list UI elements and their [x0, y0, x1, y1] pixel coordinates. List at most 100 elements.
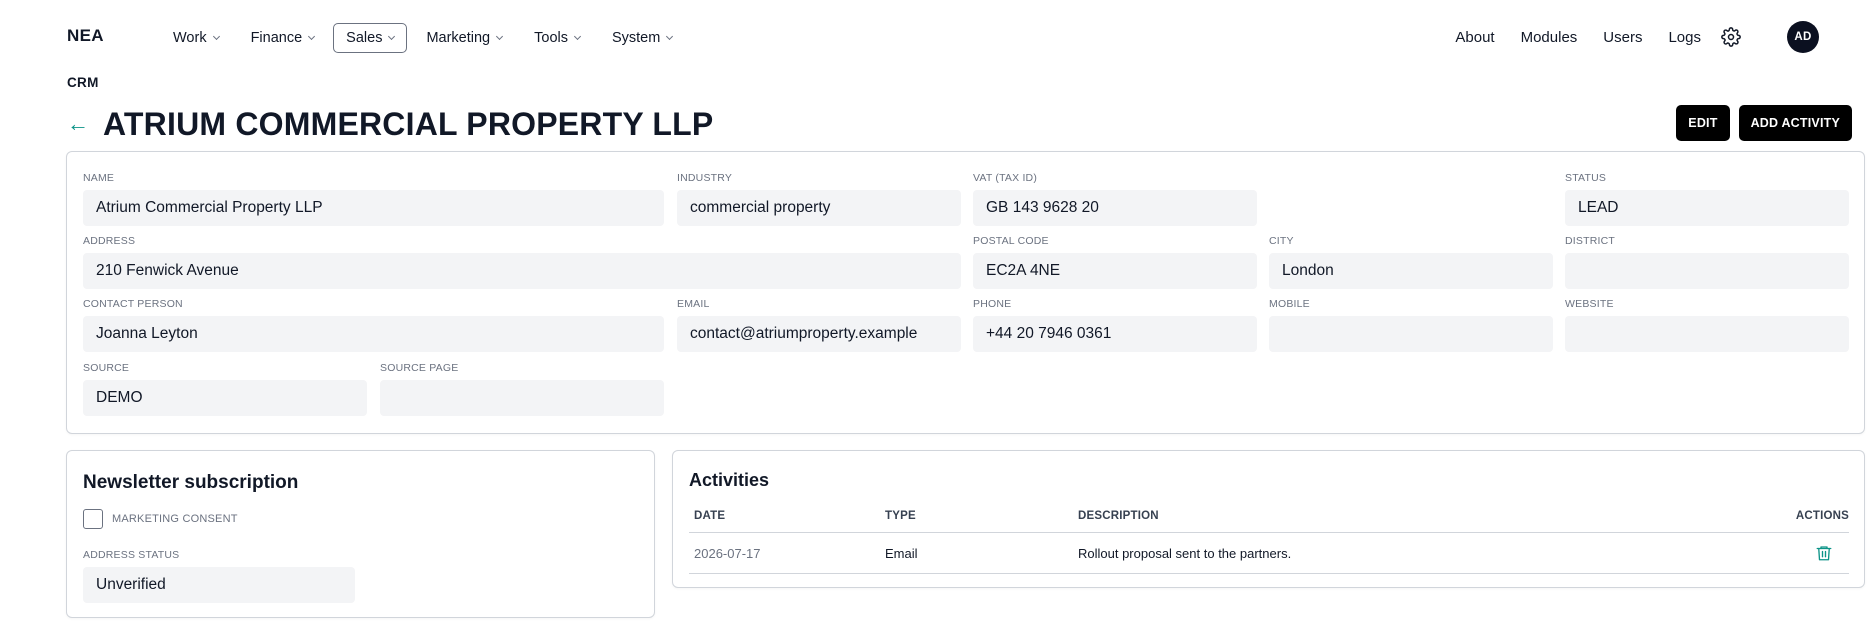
contact-person-input[interactable]: Joanna Leyton — [83, 316, 664, 352]
column-header-description[interactable]: DESCRIPTION — [1078, 510, 1749, 522]
industry-field: INDUSTRY commercial property — [677, 172, 961, 226]
menu-item-system[interactable]: System — [599, 23, 685, 53]
status-input[interactable]: LEAD — [1565, 190, 1849, 226]
column-header-actions: ACTIONS — [1795, 510, 1849, 522]
menu-item-tools[interactable]: Tools — [521, 23, 593, 53]
menu-item-sales[interactable]: Sales — [333, 23, 408, 53]
field-label: MOBILE — [1269, 298, 1310, 310]
brand-logo[interactable]: NEA — [67, 26, 104, 46]
menu-item-label: Sales — [346, 30, 383, 46]
top-navigation: NEA Work Finance Sales Marketing Tools S… — [0, 0, 1874, 72]
name-field: NAME Atrium Commercial Property LLP — [83, 172, 664, 226]
postal-code-input[interactable]: EC2A 4NE — [973, 253, 1257, 289]
activity-actions — [1759, 544, 1849, 562]
arrow-left-icon[interactable]: ← — [67, 111, 103, 137]
menu-item-label: Tools — [534, 30, 568, 46]
mobile-field: MOBILE — [1269, 298, 1553, 352]
marketing-consent-row: MARKETING CONSENT — [83, 509, 238, 529]
vat-input[interactable]: GB 143 9628 20 — [973, 190, 1257, 226]
chevron-down-icon — [388, 32, 396, 41]
status-field: STATUS LEAD — [1565, 172, 1849, 226]
users-link[interactable]: Users — [1603, 29, 1642, 46]
field-label: NAME — [83, 172, 115, 184]
field-label: PHONE — [973, 298, 1012, 310]
about-link[interactable]: About — [1455, 29, 1494, 46]
source-page-field: SOURCE PAGE — [380, 362, 664, 416]
field-label: WEBSITE — [1565, 298, 1614, 310]
activities-title: Activities — [689, 470, 770, 490]
menu-item-work[interactable]: Work — [160, 23, 232, 53]
right-nav: About Modules Users Logs AD — [1429, 21, 1819, 53]
postal-code-field: POSTAL CODE EC2A 4NE — [973, 235, 1257, 289]
field-label: STATUS — [1565, 172, 1607, 184]
avatar[interactable]: AD — [1787, 21, 1819, 53]
menu-item-label: Work — [173, 30, 207, 46]
newsletter-title: Newsletter subscription — [83, 472, 299, 493]
city-input[interactable]: London — [1269, 253, 1553, 289]
activities-table: DATE TYPE DESCRIPTION ACTIONS 2026-07-17… — [689, 500, 1849, 574]
contact-person-field: CONTACT PERSON Joanna Leyton — [83, 298, 664, 352]
trash-icon[interactable] — [1815, 544, 1833, 562]
email-input[interactable]: contact@atriumproperty.example — [677, 316, 961, 352]
chevron-down-icon — [666, 32, 674, 41]
city-field: CITY London — [1269, 235, 1553, 289]
field-label: CITY — [1269, 235, 1294, 247]
field-label: INDUSTRY — [677, 172, 733, 184]
chevron-down-icon — [496, 32, 504, 41]
logs-link[interactable]: Logs — [1668, 29, 1701, 46]
column-header-date[interactable]: DATE — [689, 510, 885, 522]
field-label: SOURCE PAGE — [380, 362, 459, 374]
website-field: WEBSITE — [1565, 298, 1849, 352]
activity-description: Rollout proposal sent to the partners. — [1078, 545, 1292, 561]
table-row[interactable]: 2026-07-17 Email Rollout proposal sent t… — [689, 533, 1849, 574]
email-field: EMAIL contact@atriumproperty.example — [677, 298, 961, 352]
menu-item-label: Marketing — [426, 30, 491, 46]
chevron-down-icon — [573, 32, 582, 41]
company-details-card: NAME Atrium Commercial Property LLP INDU… — [66, 151, 1865, 434]
field-label: EMAIL — [677, 298, 710, 310]
modules-link[interactable]: Modules — [1521, 29, 1578, 46]
field-label: ADDRESS — [83, 235, 136, 247]
menu-item-label: System — [611, 30, 661, 46]
title-row: ← ATRIUM COMMERCIAL PROPERTY LLP — [67, 104, 713, 144]
district-input[interactable] — [1565, 253, 1849, 289]
phone-input[interactable]: +44 20 7946 0361 — [973, 316, 1257, 352]
chevron-down-icon — [308, 32, 316, 41]
breadcrumb[interactable]: CRM — [67, 75, 99, 90]
field-label: DISTRICT — [1565, 235, 1616, 247]
source-field: SOURCE DEMO — [83, 362, 367, 416]
field-label: SOURCE — [83, 362, 130, 374]
marketing-consent-label[interactable]: MARKETING CONSENT — [112, 513, 238, 525]
activities-card: Activities DATE TYPE DESCRIPTION ACTIONS… — [672, 450, 1865, 588]
main-menu: Work Finance Sales Marketing Tools Syste… — [160, 23, 691, 53]
website-input[interactable] — [1565, 316, 1849, 352]
mobile-input[interactable] — [1269, 316, 1553, 352]
address-status-field: ADDRESS STATUS Unverified — [83, 549, 355, 603]
field-label: POSTAL CODE — [973, 235, 1049, 247]
name-input[interactable]: Atrium Commercial Property LLP — [83, 190, 664, 226]
address-field: ADDRESS 210 Fenwick Avenue — [83, 235, 961, 289]
field-label: CONTACT PERSON — [83, 298, 183, 310]
page-actions: EDIT ADD ACTIVITY — [1667, 105, 1852, 141]
edit-button[interactable]: EDIT — [1676, 105, 1730, 141]
field-label: VAT (TAX ID) — [973, 172, 1038, 184]
menu-item-marketing[interactable]: Marketing — [413, 23, 515, 53]
field-label: ADDRESS STATUS — [83, 549, 180, 561]
vat-field: VAT (TAX ID) GB 143 9628 20 — [973, 172, 1257, 226]
source-page-input[interactable] — [380, 380, 664, 416]
source-input[interactable]: DEMO — [83, 380, 367, 416]
menu-item-finance[interactable]: Finance — [238, 23, 328, 53]
column-header-type[interactable]: TYPE — [885, 510, 1078, 522]
activity-date: 2026-07-17 — [694, 545, 761, 561]
table-header: DATE TYPE DESCRIPTION ACTIONS — [689, 500, 1849, 533]
district-field: DISTRICT — [1565, 235, 1849, 289]
address-input[interactable]: 210 Fenwick Avenue — [83, 253, 961, 289]
activity-type: Email — [885, 545, 918, 561]
industry-input[interactable]: commercial property — [677, 190, 961, 226]
chevron-down-icon — [212, 32, 220, 41]
add-activity-button[interactable]: ADD ACTIVITY — [1738, 105, 1852, 141]
marketing-consent-checkbox[interactable] — [83, 509, 103, 529]
phone-field: PHONE +44 20 7946 0361 — [973, 298, 1257, 352]
gear-icon[interactable] — [1721, 27, 1741, 47]
address-status-input[interactable]: Unverified — [83, 567, 355, 603]
